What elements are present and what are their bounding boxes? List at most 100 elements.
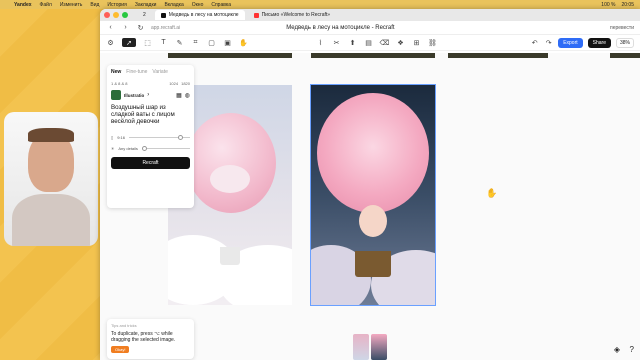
girl-face	[359, 205, 387, 237]
counter-label: 1 & 8 & 8	[111, 81, 128, 86]
tips-ok-button[interactable]: Okay!	[111, 346, 130, 353]
image-strip-top-3	[448, 53, 548, 58]
translate-button[interactable]: перевести	[610, 25, 634, 31]
mockup-icon[interactable]: ⊞	[412, 38, 421, 47]
image-strip-top-4	[610, 53, 640, 58]
hand-tool-icon[interactable]: ✋	[239, 38, 248, 47]
ratio-label: 9:16	[117, 135, 125, 140]
style-selector[interactable]: Illustratio › ▦ ◍	[111, 90, 190, 100]
zoom-level[interactable]: 38%	[615, 38, 634, 48]
share-button[interactable]: Share	[587, 38, 611, 48]
mail-favicon-icon	[253, 12, 259, 18]
remove-bg-icon[interactable]: ✂	[332, 38, 341, 47]
basket-shape	[220, 247, 240, 265]
basket-shape	[355, 251, 391, 277]
canvas[interactable]: New Fine-tune Variate 1 & 8 & 8 1024 182…	[100, 53, 640, 360]
tab-fine-tune[interactable]: Fine-tune	[126, 69, 147, 75]
menu-edit[interactable]: Изменить	[60, 2, 83, 8]
generate-button[interactable]: Recraft	[111, 157, 190, 169]
reload-icon[interactable]: ↻	[136, 23, 145, 32]
details-slider[interactable]: ✳ Any details	[111, 146, 190, 151]
export-button[interactable]: Export	[558, 38, 583, 48]
clock: 20:05	[621, 1, 634, 8]
address-bar: ‹ › ↻ app.recraft.ai Медведь в лесу на м…	[100, 21, 640, 35]
phone-icon: ▯	[111, 135, 114, 140]
toolbar-right: ↶ ↷ Export Share 38%	[530, 38, 634, 48]
person-hair	[28, 128, 74, 142]
size-a[interactable]: 1024	[169, 81, 178, 86]
webcam-overlay	[4, 112, 98, 246]
eraser-icon[interactable]: ⌫	[380, 38, 390, 47]
panel-meta-row: 1 & 8 & 8 1024 1820	[111, 81, 190, 86]
panel-tabs: New Fine-tune Variate	[111, 69, 190, 75]
variations-icon[interactable]: ❖	[396, 38, 405, 47]
tips-heading: Tips and tricks	[111, 323, 137, 328]
crop-tool-icon[interactable]: ⌗	[191, 38, 200, 47]
menu-history[interactable]: История	[107, 2, 126, 8]
mac-menubar: Yandex Файл Изменить Вид История Закладк…	[0, 0, 640, 9]
generated-image-2[interactable]	[310, 84, 436, 306]
battery-level: 100 %	[601, 1, 616, 8]
generation-panel: New Fine-tune Variate 1 & 8 & 8 1024 182…	[107, 65, 194, 208]
select-tool-icon[interactable]: ➚	[122, 38, 136, 47]
person-shirt	[12, 194, 90, 246]
brush-tool-icon[interactable]: ✎	[175, 38, 184, 47]
recraft-favicon-icon	[160, 12, 166, 18]
redo-icon[interactable]: ↷	[544, 39, 553, 48]
ratio-track[interactable]	[129, 135, 190, 140]
balloon-shape	[186, 113, 276, 213]
tab-mail[interactable]: Письмо «Welcome to Recraft»	[248, 10, 336, 20]
menu-yandex[interactable]: Yandex	[14, 2, 32, 8]
window-controls	[104, 12, 128, 18]
url-field[interactable]: app.recraft.ai	[151, 25, 180, 31]
thumbnail-2[interactable]	[371, 334, 387, 360]
minimize-icon[interactable]	[113, 12, 119, 18]
image-actions: ⌇ ✂ ⬆ ▤ ⌫ ❖ ⊞ ⛓	[316, 38, 437, 47]
style-label: Illustratio	[124, 92, 145, 98]
details-knob[interactable]	[141, 146, 147, 151]
settings-icon[interactable]: ⚙	[106, 38, 115, 47]
help-icon[interactable]: ?	[630, 345, 634, 354]
tab-variate[interactable]: Variate	[152, 69, 167, 75]
ratio-slider[interactable]: ▯ 9:16	[111, 135, 190, 140]
menu-file[interactable]: Файл	[40, 2, 52, 8]
palette-icon[interactable]: ▦	[176, 92, 182, 99]
tips-text: To duplicate, press ⌥ while dragging the…	[111, 331, 176, 343]
menu-window[interactable]: Окно	[192, 2, 204, 8]
menu-bookmarks[interactable]: Закладки	[135, 2, 157, 8]
tab-new[interactable]: New	[111, 69, 121, 75]
thumbnail-strip	[353, 334, 387, 360]
frame-tool-icon[interactable]: ▢	[207, 38, 216, 47]
link-icon[interactable]: ⛓	[428, 38, 437, 47]
ratio-knob[interactable]	[177, 135, 183, 140]
balloon-shape	[317, 93, 429, 213]
tab-bar: 2 Медведь в лесу на мотоцикле Письмо «We…	[100, 9, 640, 21]
forward-icon[interactable]: ›	[121, 23, 130, 32]
image-strip-top-2	[311, 53, 435, 58]
undo-icon[interactable]: ↶	[530, 39, 539, 48]
tab-counter[interactable]: 2	[137, 10, 152, 20]
balloon-face	[210, 165, 250, 193]
chevron-right-icon: ›	[147, 92, 150, 98]
tab-recraft[interactable]: Медведь в лесу на мотоцикле	[154, 10, 245, 20]
image-tool-icon[interactable]: ▣	[223, 38, 232, 47]
text-tool-icon[interactable]: T	[159, 38, 168, 47]
prompt-text[interactable]: Воздушный шар из сладкой ваты с лицом ве…	[111, 104, 190, 125]
maximize-icon[interactable]	[122, 12, 128, 18]
vectorize-icon[interactable]: ⌇	[316, 38, 325, 47]
menu-help[interactable]: Справка	[211, 2, 231, 8]
lasso-tool-icon[interactable]: ⬚	[143, 38, 152, 47]
size-b[interactable]: 1820	[181, 81, 190, 86]
inpaint-icon[interactable]: ▤	[364, 38, 373, 47]
close-icon[interactable]	[104, 12, 110, 18]
thumbnail-1[interactable]	[353, 334, 369, 360]
image-strip-top-1	[168, 53, 292, 58]
menu-view[interactable]: Вид	[90, 2, 99, 8]
upscale-icon[interactable]: ⬆	[348, 38, 357, 47]
menu-tab[interactable]: Вкладка	[164, 2, 183, 8]
layers-icon[interactable]: ◈	[614, 345, 620, 354]
color-icon[interactable]: ◍	[185, 92, 190, 99]
details-icon: ✳	[111, 146, 115, 151]
details-track[interactable]	[141, 146, 190, 151]
back-icon[interactable]: ‹	[106, 23, 115, 32]
